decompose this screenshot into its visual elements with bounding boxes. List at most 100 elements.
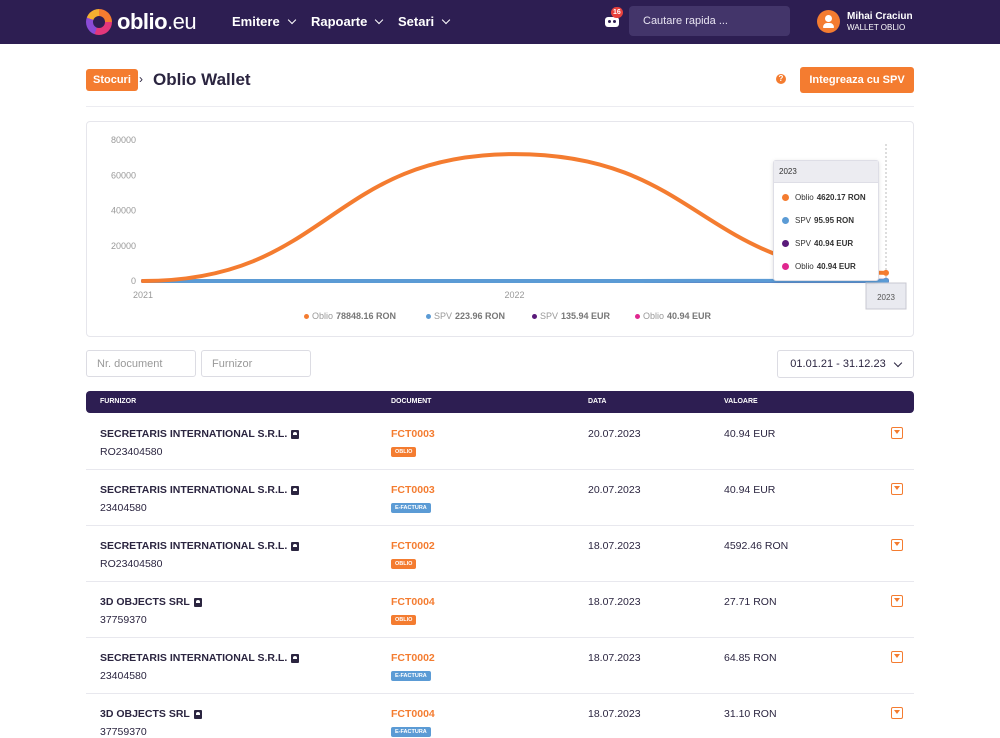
document-value: 31.10 RON [724, 708, 777, 720]
chevron-down-icon [442, 16, 450, 24]
document-date: 20.07.2023 [588, 428, 641, 440]
id-card-icon [291, 486, 299, 495]
chart-tooltip: 2023 Oblio 4620.17 RON SPV 95.95 RON SPV… [773, 160, 879, 281]
column-header-document[interactable]: DOCUMENT [391, 398, 431, 405]
x-tick-label: 2021 [133, 290, 153, 300]
supplier-name: SECRETARIS INTERNATIONAL S.R.L. [100, 652, 299, 664]
column-header-valoare[interactable]: VALOARE [724, 398, 758, 405]
date-range-picker[interactable]: 01.01.21 - 31.12.23 [777, 350, 914, 378]
y-tick-label: 60000 [111, 170, 136, 180]
supplier-cif: RO23404580 [100, 558, 162, 570]
user-avatar-icon[interactable] [817, 10, 840, 33]
divider [86, 106, 914, 107]
document-number-filter[interactable] [86, 350, 196, 377]
user-name[interactable]: Mihai Craciun [847, 11, 913, 22]
breadcrumb-separator-icon: › [139, 72, 143, 86]
source-badge: OBLIO [391, 447, 416, 457]
tooltip-dot [782, 263, 789, 270]
y-tick-label: 0 [131, 276, 136, 286]
document-value: 4592.46 RON [724, 540, 788, 552]
expand-row-icon[interactable] [891, 483, 903, 495]
id-card-icon [291, 430, 299, 439]
x-tick-label: 2022 [504, 290, 524, 300]
supplier-cif: 23404580 [100, 502, 147, 514]
tooltip-dot [782, 194, 789, 201]
breadcrumb-stocuri[interactable]: Stocuri [86, 69, 138, 91]
expand-row-icon[interactable] [891, 707, 903, 719]
tooltip-row: SPV 95.95 RON [782, 216, 854, 225]
y-tick-label: 40000 [111, 206, 136, 216]
table-row[interactable]: SECRETARIS INTERNATIONAL S.R.L. 23404580… [86, 470, 914, 526]
tooltip-title: 2023 [774, 161, 878, 183]
document-link[interactable]: FCT0004 [391, 708, 435, 720]
help-icon[interactable]: ? [776, 74, 786, 84]
document-link[interactable]: FCT0004 [391, 596, 435, 608]
legend-item-spv-ron[interactable]: SPV223.96 RON [426, 311, 505, 321]
supplier-cif: 37759370 [100, 614, 147, 626]
document-date: 18.07.2023 [588, 596, 641, 608]
supplier-name: 3D OBJECTS SRL [100, 596, 202, 608]
column-header-data[interactable]: DATA [588, 398, 606, 405]
legend-item-oblio-eur[interactable]: Oblio40.94 EUR [635, 311, 711, 321]
chevron-down-icon [287, 16, 295, 24]
source-badge: OBLIO [391, 559, 416, 569]
table-row[interactable]: 3D OBJECTS SRL 37759370 FCT0004 OBLIO 18… [86, 582, 914, 638]
chevron-down-icon [893, 358, 901, 366]
tooltip-label: Oblio [795, 193, 814, 202]
expand-row-icon[interactable] [891, 595, 903, 607]
menu-setari[interactable]: Setari [398, 14, 449, 29]
supplier-name: SECRETARIS INTERNATIONAL S.R.L. [100, 484, 299, 496]
tooltip-row: Oblio 40.94 EUR [782, 262, 856, 271]
document-link[interactable]: FCT0002 [391, 652, 435, 664]
tooltip-dot [782, 217, 789, 224]
tooltip-label: SPV [795, 239, 811, 248]
tooltip-label: Oblio [795, 262, 814, 271]
supplier-name: 3D OBJECTS SRL [100, 708, 202, 720]
notification-count-badge: 16 [611, 7, 623, 18]
supplier-name: SECRETARIS INTERNATIONAL S.R.L. [100, 540, 299, 552]
expand-row-icon[interactable] [891, 651, 903, 663]
logo-text: oblio.eu [117, 9, 196, 35]
document-value: 40.94 EUR [724, 428, 775, 440]
integrate-spv-button[interactable]: Integreaza cu SPV [800, 67, 914, 93]
legend-item-spv-eur[interactable]: SPV135.94 EUR [532, 311, 610, 321]
document-value: 27.71 RON [724, 596, 777, 608]
tooltip-value: 95.95 RON [814, 216, 854, 225]
tooltip-value: 40.94 EUR [814, 239, 853, 248]
document-link[interactable]: FCT0003 [391, 484, 435, 496]
table-row[interactable]: SECRETARIS INTERNATIONAL S.R.L. RO234045… [86, 526, 914, 582]
source-badge: E-FACTURA [391, 671, 431, 681]
logo-icon [86, 9, 112, 35]
table-row[interactable]: SECRETARIS INTERNATIONAL S.R.L. 23404580… [86, 638, 914, 694]
id-card-icon [291, 542, 299, 551]
id-card-icon [194, 598, 202, 607]
legend-item-oblio-ron[interactable]: Oblio78848.16 RON [304, 311, 396, 321]
document-link[interactable]: FCT0003 [391, 428, 435, 440]
column-header-furnizor[interactable]: FURNIZOR [100, 398, 136, 405]
id-card-icon [291, 654, 299, 663]
oblio-logo[interactable]: oblio.eu [86, 8, 196, 36]
table-header: FURNIZOR DOCUMENT DATA VALOARE [86, 391, 914, 413]
tooltip-label: SPV [795, 216, 811, 225]
supplier-cif: 23404580 [100, 670, 147, 682]
document-link[interactable]: FCT0002 [391, 540, 435, 552]
table-row[interactable]: 3D OBJECTS SRL 37759370 FCT0004 E-FACTUR… [86, 694, 914, 728]
user-company: WALLET OBLIO [847, 23, 905, 32]
expand-row-icon[interactable] [891, 539, 903, 551]
tooltip-value: 40.94 EUR [817, 262, 856, 271]
quick-search-input[interactable] [629, 6, 790, 36]
date-range-label: 01.01.21 - 31.12.23 [790, 358, 885, 370]
menu-emitere[interactable]: Emitere [232, 14, 295, 29]
chevron-down-icon [375, 16, 383, 24]
document-date: 20.07.2023 [588, 484, 641, 496]
y-tick-label: 80000 [111, 135, 136, 145]
tooltip-row: Oblio 4620.17 RON [782, 193, 866, 202]
document-value: 40.94 EUR [724, 484, 775, 496]
source-badge: E-FACTURA [391, 503, 431, 513]
top-navbar: oblio.eu Emitere Rapoarte Setari 16 Miha… [0, 0, 1000, 44]
tooltip-dot [782, 240, 789, 247]
menu-rapoarte[interactable]: Rapoarte [311, 14, 382, 29]
table-row[interactable]: SECRETARIS INTERNATIONAL S.R.L. RO234045… [86, 414, 914, 470]
expand-row-icon[interactable] [891, 427, 903, 439]
supplier-filter[interactable] [201, 350, 311, 377]
